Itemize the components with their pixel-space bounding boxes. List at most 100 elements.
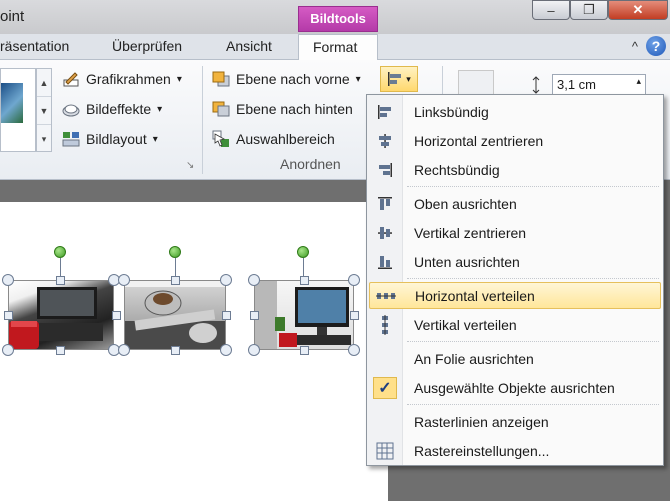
window-controls: – ❐ ✕ bbox=[532, 0, 670, 22]
menu-item-rasterlinien-anzeigen[interactable]: Rasterlinien anzeigen bbox=[369, 408, 661, 435]
resize-handle[interactable] bbox=[171, 346, 180, 355]
gallery-up-icon[interactable]: ▲ bbox=[37, 69, 51, 97]
menu-separator bbox=[407, 186, 659, 187]
menu-separator bbox=[407, 404, 659, 405]
picture-style-thumbnail[interactable] bbox=[1, 83, 23, 123]
title-bar: oint Bildtools – ❐ ✕ bbox=[0, 0, 670, 34]
dialog-launcher-icon[interactable]: ↘ bbox=[186, 160, 194, 171]
menu-item-ausgewaehlte-objekte-ausrichten[interactable]: ✓ Ausgewählte Objekte ausrichten bbox=[369, 374, 661, 401]
resize-handle[interactable] bbox=[118, 344, 130, 356]
resize-handle[interactable] bbox=[300, 346, 309, 355]
align-right-icon bbox=[369, 156, 401, 183]
resize-handle[interactable] bbox=[56, 346, 65, 355]
tab-ueberpruefen[interactable]: Überprüfen bbox=[112, 38, 182, 54]
minimize-button[interactable]: – bbox=[532, 0, 570, 20]
picture-layout-icon bbox=[62, 130, 80, 148]
close-button[interactable]: ✕ bbox=[608, 0, 668, 20]
resize-handle[interactable] bbox=[220, 274, 232, 286]
height-input[interactable]: 3,1 cm ▴ bbox=[552, 74, 646, 96]
picture-effects-button[interactable]: Bildeffekte ▾ bbox=[62, 100, 162, 118]
align-dropdown-menu: Linksbündig Horizontal zentrieren Rechts… bbox=[366, 94, 664, 466]
align-button[interactable]: ▾ bbox=[380, 66, 418, 92]
align-top-icon bbox=[369, 190, 401, 217]
height-icon bbox=[528, 76, 544, 94]
spinner-up-icon[interactable]: ▴ bbox=[636, 76, 641, 87]
resize-handle[interactable] bbox=[2, 274, 14, 286]
arrange-group-label: Anordnen bbox=[280, 156, 341, 172]
bring-forward-button[interactable]: Ebene nach vorne ▾ bbox=[212, 70, 361, 88]
align-icon bbox=[388, 72, 402, 86]
selection-pane-icon bbox=[212, 130, 230, 148]
slide-picture-office-1[interactable] bbox=[8, 280, 114, 350]
dropdown-arrow-icon: ▾ bbox=[152, 133, 158, 145]
menu-item-horizontal-zentrieren[interactable]: Horizontal zentrieren bbox=[369, 127, 661, 154]
distribute-horizontal-icon bbox=[370, 282, 402, 309]
gallery-scroller[interactable]: ▲ ▼ ▾ bbox=[36, 68, 52, 152]
tab-ansicht[interactable]: Ansicht bbox=[226, 38, 272, 54]
rotation-handle[interactable] bbox=[54, 246, 66, 258]
slide[interactable] bbox=[0, 202, 388, 501]
resize-handle[interactable] bbox=[250, 311, 259, 320]
ribbon-tab-bar: räsentation Überprüfen Ansicht Format ^ … bbox=[0, 34, 670, 61]
slide-picture-office-2[interactable] bbox=[124, 280, 226, 350]
app-title: oint bbox=[0, 8, 25, 25]
tab-bar-icons: ^ ? bbox=[632, 36, 666, 56]
gallery-more-icon[interactable]: ▾ bbox=[37, 125, 51, 153]
group-separator bbox=[202, 66, 203, 174]
align-center-icon bbox=[369, 127, 401, 154]
context-tab-bildtools: Bildtools bbox=[298, 6, 378, 32]
menu-item-an-folie-ausrichten[interactable]: An Folie ausrichten bbox=[369, 345, 661, 372]
resize-handle[interactable] bbox=[2, 344, 14, 356]
tab-format[interactable]: Format bbox=[298, 34, 378, 61]
distribute-vertical-icon bbox=[369, 311, 401, 338]
resize-handle[interactable] bbox=[350, 311, 359, 320]
menu-item-rastereinstellungen[interactable]: Rastereinstellungen... bbox=[369, 437, 661, 464]
menu-item-horizontal-verteilen[interactable]: Horizontal verteilen bbox=[369, 282, 661, 309]
menu-separator bbox=[407, 278, 659, 279]
menu-item-linksbuendig[interactable]: Linksbündig bbox=[369, 98, 661, 125]
resize-handle[interactable] bbox=[171, 276, 180, 285]
picture-style-gallery[interactable] bbox=[0, 68, 36, 152]
menu-item-unten-ausrichten[interactable]: Unten ausrichten bbox=[369, 248, 661, 275]
resize-handle[interactable] bbox=[222, 311, 231, 320]
collapse-ribbon-icon[interactable]: ^ bbox=[632, 39, 638, 54]
gallery-down-icon[interactable]: ▼ bbox=[37, 97, 51, 125]
menu-item-vertikal-zentrieren[interactable]: Vertikal zentrieren bbox=[369, 219, 661, 246]
send-backward-button[interactable]: Ebene nach hinten bbox=[212, 100, 353, 118]
menu-item-rechtsbuendig[interactable]: Rechtsbündig bbox=[369, 156, 661, 183]
rotation-handle[interactable] bbox=[169, 246, 181, 258]
dropdown-arrow-icon: ▾ bbox=[406, 73, 411, 84]
grid-icon bbox=[369, 437, 401, 464]
resize-handle[interactable] bbox=[56, 276, 65, 285]
resize-handle[interactable] bbox=[348, 344, 360, 356]
resize-handle[interactable] bbox=[118, 274, 130, 286]
dropdown-arrow-icon: ▾ bbox=[355, 73, 361, 85]
help-icon[interactable]: ? bbox=[646, 36, 666, 56]
send-backward-icon bbox=[212, 100, 230, 118]
picture-border-button[interactable]: Grafikrahmen ▾ bbox=[62, 70, 182, 88]
dropdown-arrow-icon: ▾ bbox=[157, 103, 163, 115]
resize-handle[interactable] bbox=[4, 311, 13, 320]
picture-layout-button[interactable]: Bildlayout ▾ bbox=[62, 130, 158, 148]
resize-handle[interactable] bbox=[220, 344, 232, 356]
tab-praesentation[interactable]: räsentation bbox=[0, 38, 69, 54]
rotation-handle[interactable] bbox=[297, 246, 309, 258]
menu-item-vertikal-verteilen[interactable]: Vertikal verteilen bbox=[369, 311, 661, 338]
slide-picture-office-3[interactable] bbox=[254, 280, 354, 350]
resize-handle[interactable] bbox=[248, 344, 260, 356]
resize-handle[interactable] bbox=[112, 311, 121, 320]
resize-handle[interactable] bbox=[348, 274, 360, 286]
bring-forward-icon bbox=[212, 70, 230, 88]
selection-pane-button[interactable]: Auswahlbereich bbox=[212, 130, 335, 148]
picture-border-icon bbox=[62, 70, 80, 88]
restore-button[interactable]: ❐ bbox=[570, 0, 608, 20]
resize-handle[interactable] bbox=[248, 274, 260, 286]
align-bottom-icon bbox=[369, 248, 401, 275]
resize-handle[interactable] bbox=[300, 276, 309, 285]
picture-effects-icon bbox=[62, 100, 80, 118]
align-left-icon bbox=[369, 98, 401, 125]
checkmark-icon: ✓ bbox=[373, 376, 397, 399]
dropdown-arrow-icon: ▾ bbox=[176, 73, 182, 85]
menu-item-oben-ausrichten[interactable]: Oben ausrichten bbox=[369, 190, 661, 217]
menu-separator bbox=[407, 341, 659, 342]
